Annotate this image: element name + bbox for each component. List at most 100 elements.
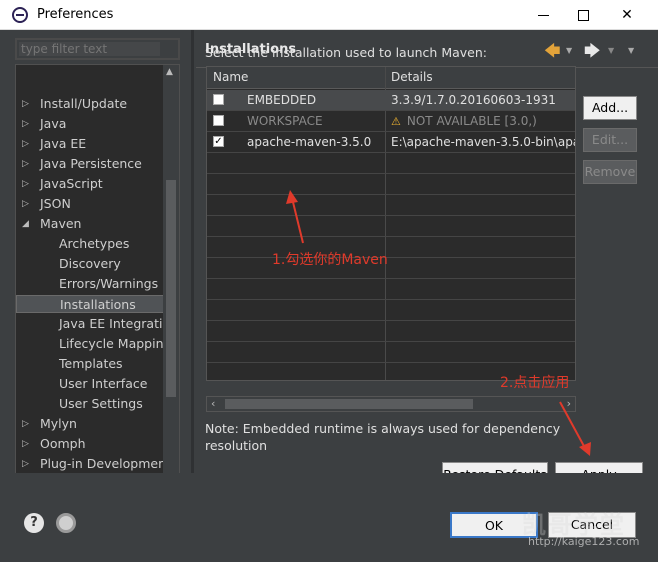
table-row bbox=[207, 258, 575, 279]
column-header-name[interactable]: Name bbox=[213, 70, 248, 84]
table-row bbox=[207, 279, 575, 300]
table-row bbox=[207, 174, 575, 195]
collapsed-arrow-icon[interactable]: ▷ bbox=[22, 135, 29, 153]
tree-item-mylyn[interactable]: ▷ Mylyn bbox=[16, 415, 164, 433]
tree-item-install-update[interactable]: ▷ Install/Update bbox=[16, 95, 164, 113]
table-row[interactable]: EMBEDDED 3.3.9/1.7.0.20160603-1931 bbox=[207, 90, 575, 111]
installation-details-text: NOT AVAILABLE [3.0,) bbox=[406, 114, 537, 128]
maximize-button[interactable] bbox=[560, 0, 606, 30]
tree-item-lifecycle-mappings[interactable]: Lifecycle Mappings bbox=[16, 335, 178, 353]
minimize-icon bbox=[537, 14, 549, 16]
tree-item-user-settings[interactable]: User Settings bbox=[16, 395, 164, 413]
tree-vertical-scrollbar[interactable]: ▲ ▼ bbox=[163, 65, 179, 485]
title-bar: Preferences ✕ bbox=[0, 0, 658, 30]
installation-checkbox[interactable] bbox=[213, 115, 224, 126]
watermark: 凯哥学堂 http://kaige123.com bbox=[522, 505, 639, 548]
tree-item-label: Java Persistence bbox=[40, 156, 142, 171]
edit-button[interactable]: Edit... bbox=[583, 128, 637, 152]
installation-checkbox[interactable]: ✓ bbox=[213, 136, 224, 147]
tree-item-javascript[interactable]: ▷ JavaScript bbox=[16, 175, 164, 193]
annotation-step-2: 2.点击应用 bbox=[500, 375, 570, 391]
scroll-up-icon[interactable]: ▲ bbox=[166, 67, 173, 77]
tree-item-json[interactable]: ▷ JSON bbox=[16, 195, 164, 213]
collapsed-arrow-icon[interactable]: ▷ bbox=[22, 455, 29, 473]
column-header-details[interactable]: Details bbox=[391, 70, 433, 84]
table-row[interactable]: ✓ apache-maven-3.5.0 E:\apache-maven-3.5.0… bbox=[207, 132, 575, 153]
preferences-tree[interactable]: ▷ Install/Update ▷ Java ▷ Java EE ▷ Java Persis… bbox=[15, 64, 180, 484]
tree-item-oomph[interactable]: ▷ Oomph bbox=[16, 435, 164, 453]
tree-item-java-persistence[interactable]: ▷ Java Persistence bbox=[16, 155, 164, 173]
import-export-icon[interactable] bbox=[56, 513, 76, 533]
tree-item-label: Java EE bbox=[40, 136, 87, 151]
close-button[interactable]: ✕ bbox=[604, 0, 650, 30]
collapsed-arrow-icon[interactable]: ▷ bbox=[22, 435, 29, 453]
table-row bbox=[207, 216, 575, 237]
tree-item-errors-warnings[interactable]: Errors/Warnings bbox=[16, 275, 164, 293]
collapsed-arrow-icon[interactable]: ▷ bbox=[22, 195, 29, 213]
filter-input[interactable] bbox=[21, 42, 174, 56]
table-header: Name Details bbox=[207, 67, 575, 89]
scroll-right-icon[interactable]: › bbox=[567, 397, 571, 410]
table-row bbox=[207, 237, 575, 258]
tree-item-installations[interactable]: Installations bbox=[16, 295, 164, 313]
back-arrow-icon[interactable]: 🡄 bbox=[544, 40, 561, 67]
tree-item-label: Java bbox=[40, 116, 67, 131]
tree-item-label: Maven bbox=[40, 216, 82, 231]
scroll-thumb[interactable] bbox=[166, 180, 176, 397]
tree-item-label: Java EE Integration bbox=[59, 316, 179, 331]
installation-checkbox[interactable] bbox=[213, 94, 224, 105]
tree-item-archetypes[interactable]: Archetypes bbox=[16, 235, 164, 253]
eclipse-icon bbox=[12, 7, 28, 23]
add-button[interactable]: Add... bbox=[583, 96, 637, 120]
window-title: Preferences bbox=[37, 7, 114, 22]
tree-item-plug-in-development[interactable]: ▷ Plug-in Development bbox=[16, 455, 171, 473]
embedded-runtime-note: Note: Embedded runtime is always used fo… bbox=[205, 421, 561, 453]
tree-item-label: User Settings bbox=[59, 396, 143, 411]
filter-field[interactable] bbox=[15, 38, 180, 60]
tree-item-label: Install/Update bbox=[40, 96, 128, 111]
installations-table[interactable]: Name Details EMBEDDED 3.3.9/1.7.0.2016060… bbox=[206, 66, 576, 381]
table-horizontal-scrollbar[interactable]: ‹ › bbox=[206, 396, 576, 412]
installation-details: E:\apache-maven-3.5.0-bin\apa bbox=[391, 135, 575, 149]
maximize-icon bbox=[577, 9, 589, 21]
help-icon[interactable]: ? bbox=[24, 513, 44, 533]
table-row bbox=[207, 153, 575, 174]
collapsed-arrow-icon[interactable]: ▷ bbox=[22, 95, 29, 113]
annotation-step-1: 1.勾选你的Maven bbox=[272, 252, 388, 268]
tree-item-maven[interactable]: ◢ Maven bbox=[16, 215, 164, 233]
pane-divider[interactable] bbox=[191, 30, 194, 502]
tree-item-label: Oomph bbox=[40, 436, 86, 451]
tree-item-label: Installations bbox=[60, 297, 136, 312]
scroll-left-icon[interactable]: ‹ bbox=[211, 397, 215, 410]
back-dropdown-icon[interactable]: ▼ bbox=[566, 46, 572, 55]
tree-item-java-ee[interactable]: ▷ Java EE bbox=[16, 135, 164, 153]
tree-item-user-interface[interactable]: User Interface bbox=[16, 375, 164, 393]
select-installation-label: Select the installation used to launch M… bbox=[205, 45, 487, 60]
tree-item-discovery[interactable]: Discovery bbox=[16, 255, 164, 273]
view-menu-icon[interactable]: ▼ bbox=[628, 46, 634, 55]
tree-item-java-ee-integration[interactable]: Java EE Integration bbox=[16, 315, 178, 333]
warning-icon: ⚠ bbox=[391, 115, 401, 128]
tree-item-label: Templates bbox=[59, 356, 123, 371]
collapsed-arrow-icon[interactable]: ▷ bbox=[22, 175, 29, 193]
table-row bbox=[207, 321, 575, 342]
forward-dropdown-icon[interactable]: ▼ bbox=[608, 46, 614, 55]
collapsed-arrow-icon[interactable]: ▷ bbox=[22, 155, 29, 173]
tree-item-templates[interactable]: Templates bbox=[16, 355, 164, 373]
expanded-arrow-icon[interactable]: ◢ bbox=[22, 215, 29, 233]
tree-item-java[interactable]: ▷ Java bbox=[16, 115, 164, 133]
installation-name: WORKSPACE bbox=[247, 114, 323, 128]
forward-arrow-icon[interactable]: 🡆 bbox=[584, 40, 601, 67]
remove-button[interactable]: Remove bbox=[583, 160, 637, 184]
installation-details-text: 3.3.9/1.7.0.20160603-1931 bbox=[391, 93, 556, 107]
tree-item-label: Discovery bbox=[59, 256, 121, 271]
collapsed-arrow-icon[interactable]: ▷ bbox=[22, 115, 29, 133]
collapsed-arrow-icon[interactable]: ▷ bbox=[22, 415, 29, 433]
tree-item-label: Errors/Warnings bbox=[59, 276, 159, 291]
scroll-thumb[interactable] bbox=[225, 399, 473, 409]
tree-item-label: Lifecycle Mappings bbox=[59, 336, 178, 351]
table-row[interactable]: WORKSPACE ⚠ NOT AVAILABLE [3.0,) bbox=[207, 111, 575, 132]
table-row bbox=[207, 342, 575, 363]
tree-item-label: User Interface bbox=[59, 376, 148, 391]
table-row bbox=[207, 195, 575, 216]
